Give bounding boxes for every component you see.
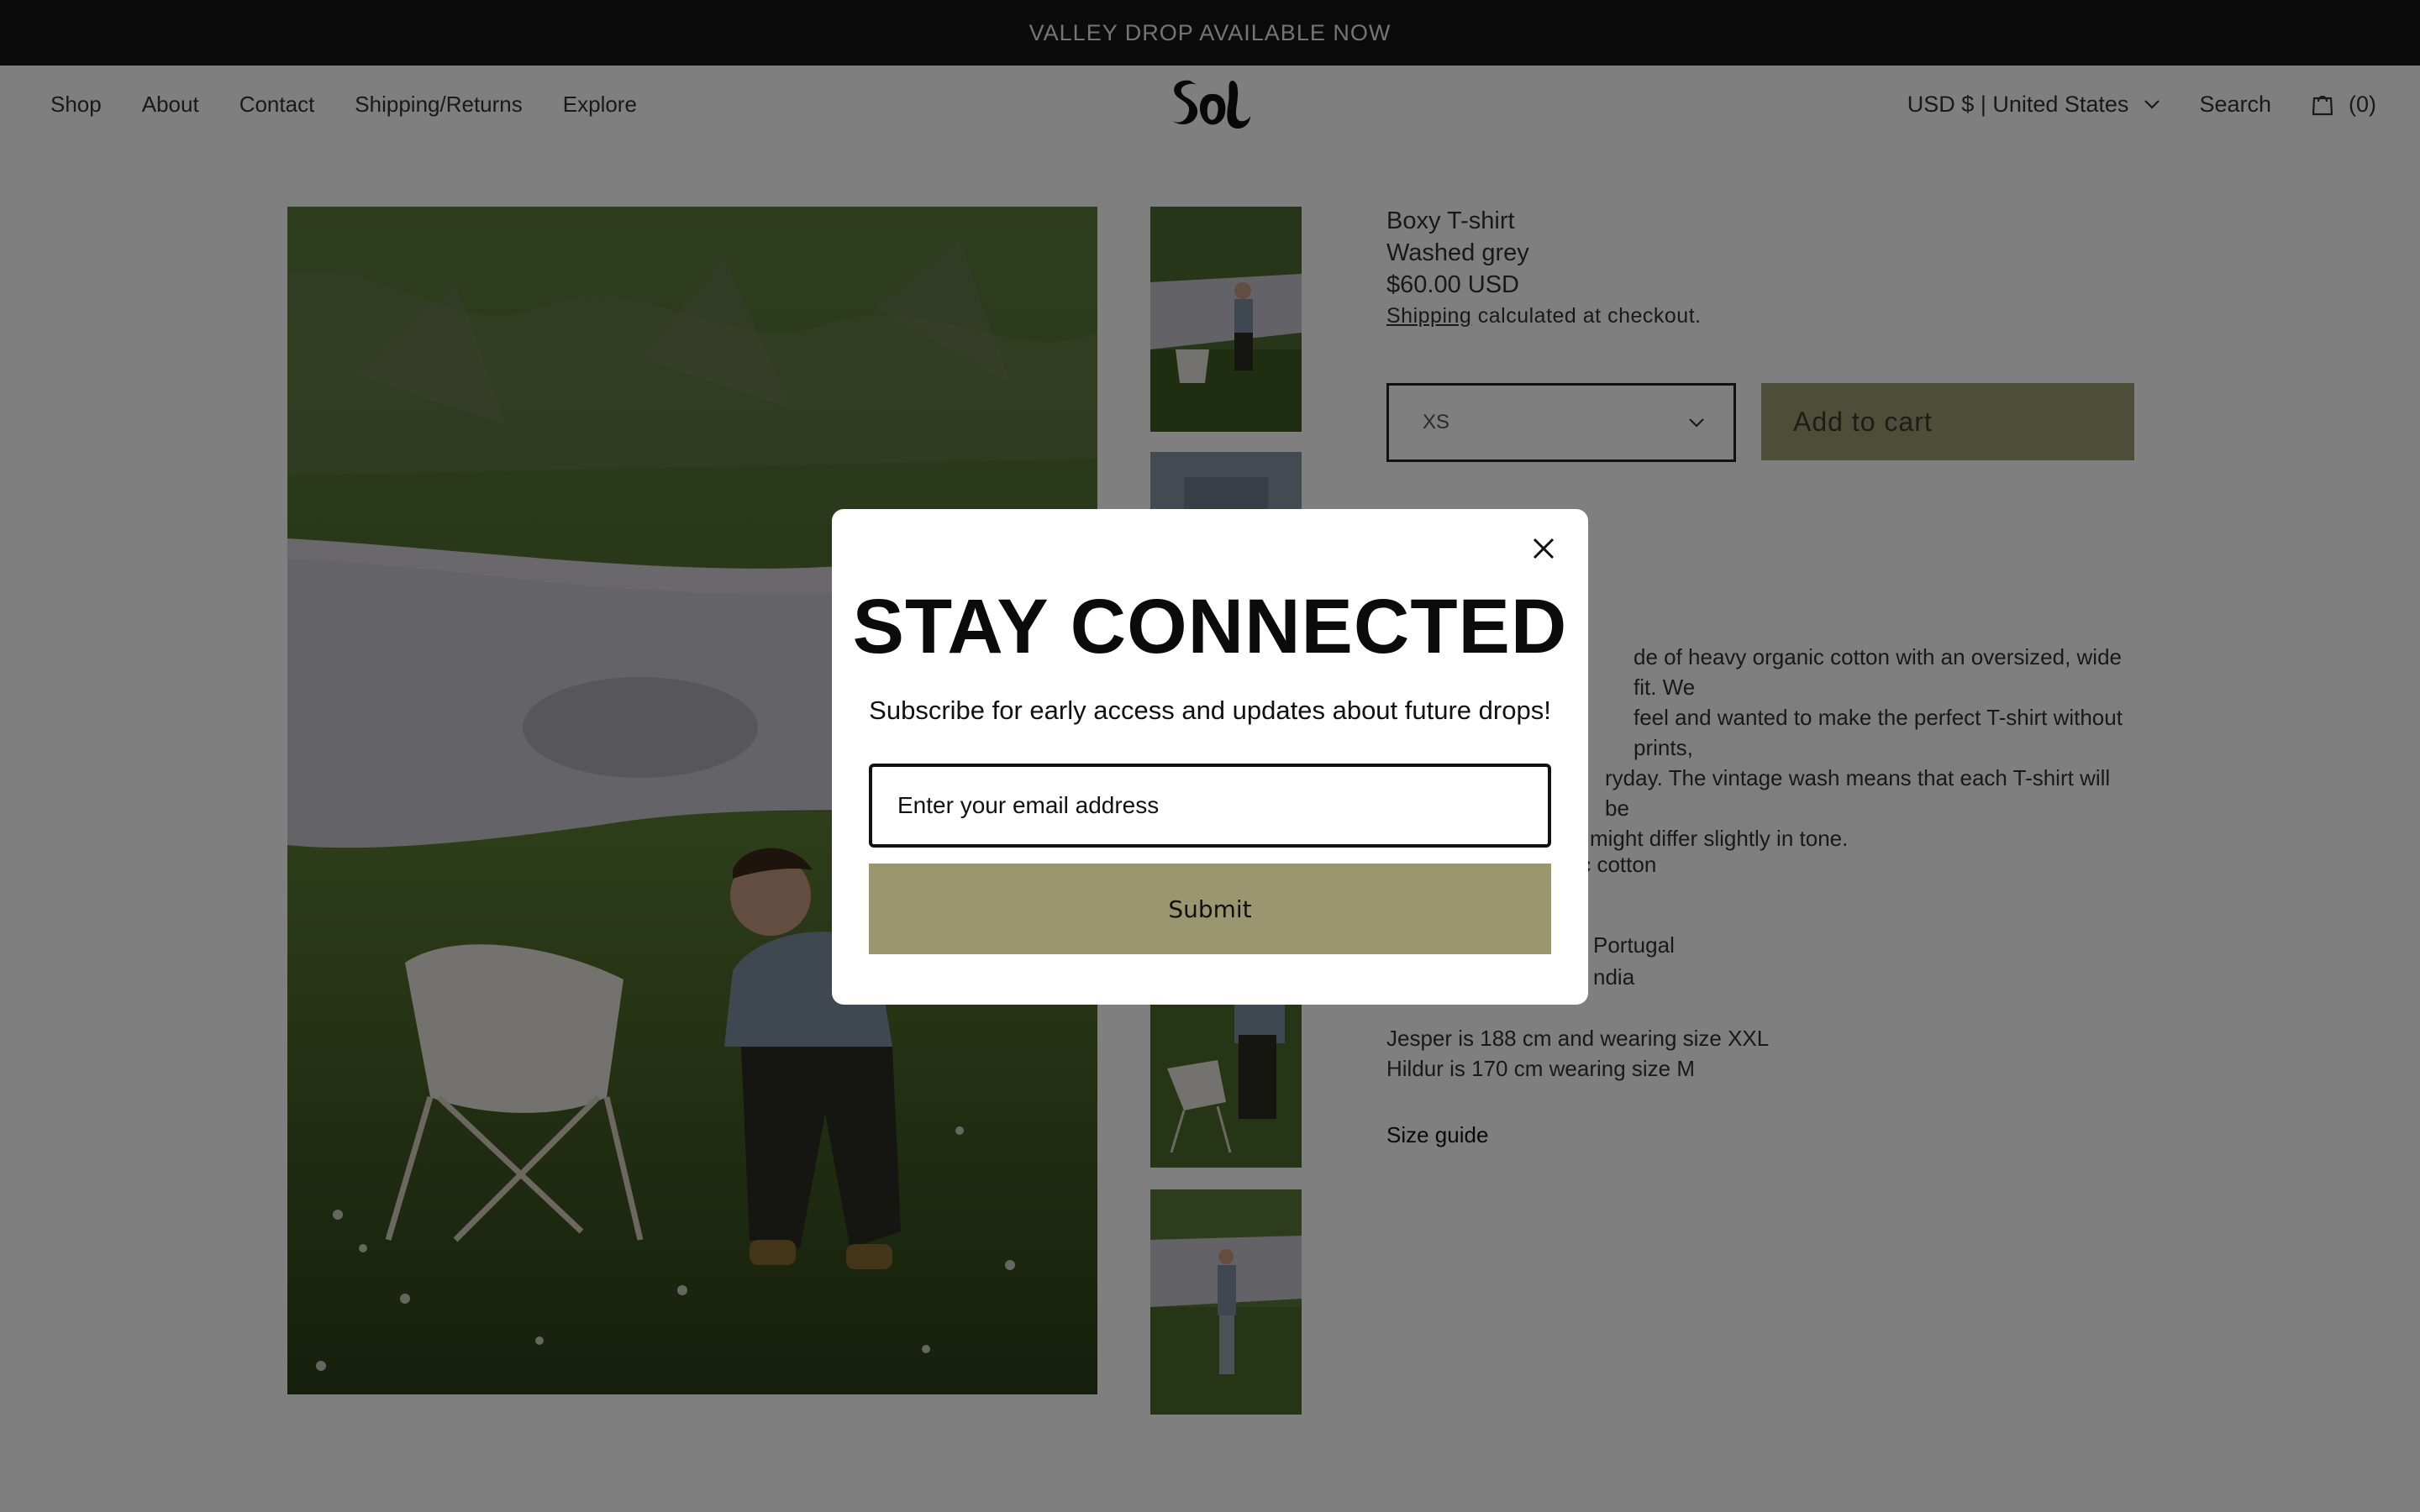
close-icon [1533,538,1555,559]
submit-button[interactable]: Submit [869,864,1551,954]
modal-title: STAY CONNECTED [852,584,1568,669]
modal-close-button[interactable] [1529,534,1558,563]
email-input[interactable] [869,764,1551,848]
submit-label: Submit [1168,895,1252,923]
modal-subtitle: Subscribe for early access and updates a… [869,696,1551,725]
newsletter-modal: STAY CONNECTED Subscribe for early acces… [832,509,1588,1005]
